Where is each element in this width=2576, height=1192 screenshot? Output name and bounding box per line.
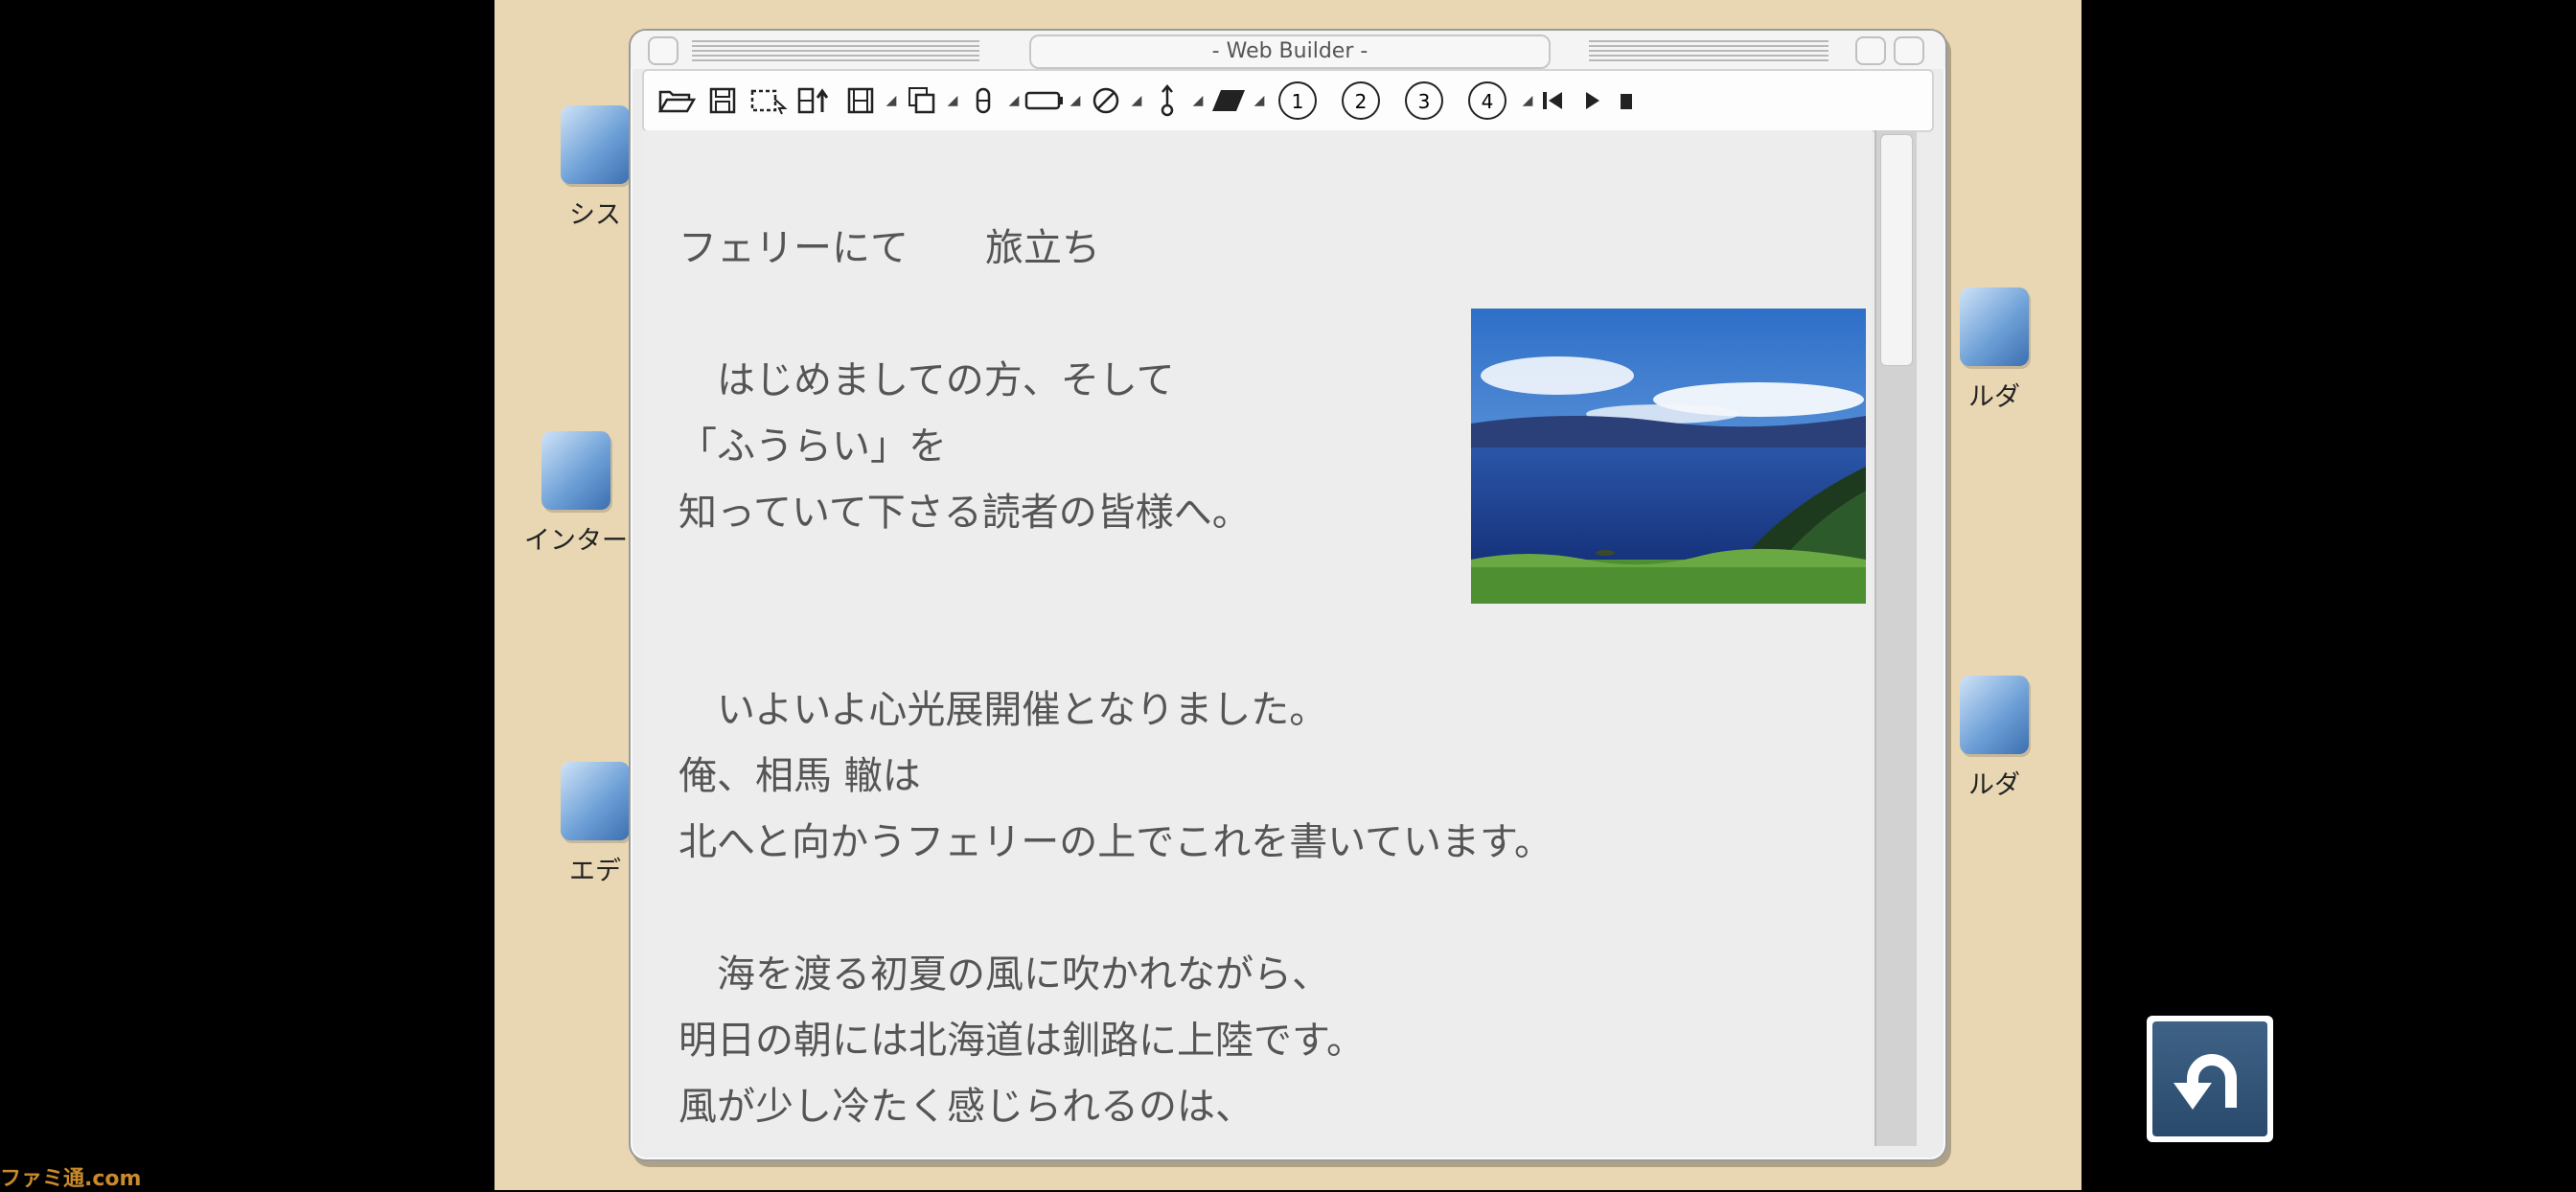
window-title: - Web Builder - [1029, 34, 1551, 69]
step-1-button[interactable]: 1 [1278, 81, 1317, 120]
dropdown-arrow-icon[interactable]: ◢ [1006, 93, 1022, 108]
text-line: 俺、相馬 轍は [678, 754, 921, 798]
stop-icon[interactable] [1612, 78, 1641, 124]
text-line: いよいよ心光展開催となりました。 [678, 688, 1328, 732]
close-button[interactable] [648, 36, 678, 65]
cylinder-icon[interactable] [960, 78, 1006, 124]
vertical-scrollbar[interactable] [1874, 130, 1917, 1146]
text-line: 知っていて下さる読者の皆様へ。 [678, 491, 1251, 535]
dropdown-arrow-icon[interactable]: ◢ [1520, 93, 1535, 108]
dropdown-arrow-icon[interactable]: ◢ [884, 93, 899, 108]
undo-arrow-icon [2152, 1021, 2267, 1136]
computer-icon [561, 105, 630, 184]
desktop: シス インター エデ ルダ ルダ - Web Builder - ◢ ◢ ◢ ◢… [494, 0, 2082, 1190]
watermark: ファミ通.com [0, 1167, 142, 1191]
document-view[interactable]: フェリーにて 旅立ち はじめましての方、そして 「ふうらい」を 知っていて下さる… [642, 130, 1873, 1146]
open-folder-icon[interactable] [654, 78, 700, 124]
skip-back-icon[interactable] [1535, 78, 1574, 124]
undo-button[interactable] [2147, 1016, 2273, 1142]
play-icon[interactable] [1574, 78, 1612, 124]
page-heading: フェリーにて 旅立ち [678, 226, 1100, 270]
dropdown-arrow-icon[interactable]: ◢ [945, 93, 960, 108]
dropdown-arrow-icon[interactable]: ◢ [1129, 93, 1144, 108]
zoom-button[interactable] [1855, 36, 1886, 65]
copy-icon[interactable] [899, 78, 945, 124]
step-4-button[interactable]: 4 [1468, 81, 1506, 120]
save-icon[interactable] [700, 78, 746, 124]
title-grip [1589, 40, 1828, 61]
selection-icon[interactable] [746, 78, 792, 124]
text-line: はじめましての方、そして [678, 358, 1175, 402]
music-note-icon [541, 431, 610, 510]
insert-frame-icon[interactable] [792, 78, 838, 124]
text-line: 風が少し冷たく感じられるのは、 [678, 1085, 1254, 1129]
anchor-icon[interactable] [1144, 78, 1190, 124]
scroll-thumb[interactable] [1880, 134, 1913, 366]
text-line: 北へと向かうフェリーの上でこれを書いています。 [678, 820, 1552, 864]
dropdown-arrow-icon[interactable]: ◢ [1252, 93, 1267, 108]
folder-icon [1960, 287, 2029, 366]
dropdown-arrow-icon[interactable]: ◢ [1068, 93, 1083, 108]
folder-icon [1960, 676, 2029, 754]
toolbar: ◢ ◢ ◢ ◢ ◢ ◢ ◢ 1 2 3 4 ◢ [642, 69, 1934, 132]
collapse-button[interactable] [1894, 36, 1924, 65]
text-line: 明日の朝には北海道は釧路に上陸です。 [678, 1019, 1365, 1063]
parallelogram-icon[interactable] [1206, 78, 1252, 124]
title-grip [692, 40, 979, 61]
film-icon[interactable] [838, 78, 884, 124]
text-line: 「ふうらい」を [678, 424, 947, 469]
web-builder-window: - Web Builder - ◢ ◢ ◢ ◢ ◢ ◢ ◢ 1 2 3 4 ◢ … [629, 29, 1947, 1161]
step-2-button[interactable]: 2 [1342, 81, 1380, 120]
text-line: 海を渡る初夏の風に吹かれながら、 [678, 952, 1330, 997]
document-icon [561, 762, 630, 840]
lake-photo [1471, 309, 1866, 604]
no-entry-icon[interactable] [1083, 78, 1129, 124]
step-3-button[interactable]: 3 [1405, 81, 1443, 120]
dropdown-arrow-icon[interactable]: ◢ [1190, 93, 1206, 108]
battery-icon[interactable] [1022, 78, 1068, 124]
title-bar[interactable]: - Web Builder - [631, 31, 1945, 69]
